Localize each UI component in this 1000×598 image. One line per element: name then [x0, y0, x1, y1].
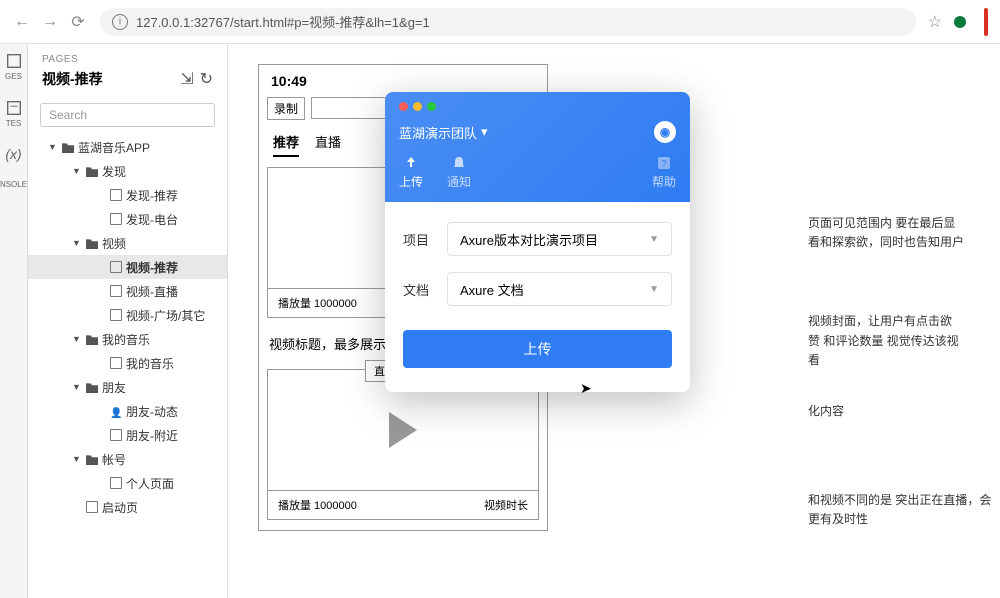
play-count-2: 播放量 1000000 [278, 497, 357, 513]
status-bar: 10:49 [259, 65, 547, 93]
folder-icon [62, 141, 74, 153]
tree-item[interactable]: ▼帐号 [28, 447, 227, 471]
upload-dialog: 蓝湖演示团队 ▾ ◉ 上传 通知 ? 帮助 项目 Axure版本对比演示项目 [385, 92, 690, 392]
page-icon [110, 477, 122, 489]
upload-icon [403, 155, 419, 171]
left-rail: GES TES (x) NSOLE [0, 44, 28, 598]
page-icon [110, 213, 122, 225]
svg-text:?: ? [661, 159, 667, 170]
help-icon: ? [656, 155, 672, 171]
tree-item[interactable]: 发现-推荐 [28, 183, 227, 207]
person-icon [110, 405, 122, 417]
team-selector[interactable]: 蓝湖演示团队 ▾ [399, 123, 488, 142]
bookmark-icon[interactable]: ☆ [928, 12, 942, 32]
tree-item[interactable]: 启动页 [28, 495, 227, 519]
share-icon[interactable]: ⇲ [180, 69, 193, 89]
pages-label: PAGES [42, 54, 213, 65]
refresh-icon[interactable]: ↻ [200, 69, 213, 89]
tree-item[interactable]: 视频-直播 [28, 279, 227, 303]
chevron-down-icon: ▼ [649, 234, 659, 245]
bell-icon [451, 155, 467, 171]
doc-select[interactable]: Axure 文档 ▼ [447, 272, 672, 306]
record-button[interactable]: 录制 [267, 97, 305, 120]
upload-button[interactable]: 上传 [403, 330, 672, 368]
page-icon [86, 501, 98, 513]
url-text: 127.0.0.1:32767/start.html#p=视频-推荐&lh=1&… [136, 12, 430, 31]
page-icon [110, 429, 122, 441]
back-button[interactable]: ← [12, 12, 32, 32]
tree-item[interactable]: ▼视频 [28, 231, 227, 255]
tab-recommend[interactable]: 推荐 [273, 132, 299, 157]
duration: 视频时长 [484, 497, 528, 513]
play-icon [389, 412, 417, 448]
mouse-cursor: ➤ [580, 380, 592, 397]
tree-item[interactable]: 我的音乐 [28, 351, 227, 375]
window-controls [399, 102, 676, 111]
page-icon [110, 285, 122, 297]
tree-item[interactable]: 发现-电台 [28, 207, 227, 231]
lanhu-logo-icon: ◉ [654, 121, 676, 143]
page-tree: ▼蓝湖音乐APP▼发现发现-推荐发现-电台▼视频视频-推荐视频-直播视频-广场/… [28, 135, 227, 598]
folder-icon [86, 381, 98, 393]
forward-button[interactable]: → [40, 12, 60, 32]
play-count: 播放量 1000000 [278, 295, 357, 311]
page-icon [110, 357, 122, 369]
page-icon [110, 189, 122, 201]
tree-item[interactable]: 朋友-附近 [28, 423, 227, 447]
rail-pages[interactable]: GES [5, 52, 23, 81]
tree-item[interactable]: 朋友-动态 [28, 399, 227, 423]
reload-button[interactable]: ⟳ [68, 12, 88, 32]
folder-icon [86, 165, 98, 177]
page-icon [110, 261, 122, 273]
tree-item[interactable]: 视频-推荐 [28, 255, 227, 279]
extension-icon[interactable] [984, 8, 988, 36]
rail-vars[interactable]: (x) [5, 146, 21, 162]
tree-item[interactable]: ▼我的音乐 [28, 327, 227, 351]
project-label: 项目 [403, 230, 435, 249]
page-title: 视频-推荐 [42, 69, 103, 89]
tree-item[interactable]: ▼朋友 [28, 375, 227, 399]
profile-icon[interactable] [954, 16, 966, 28]
tab-live[interactable]: 直播 [315, 132, 341, 157]
browser-toolbar: ← → ⟳ i 127.0.0.1:32767/start.html#p=视频-… [0, 0, 1000, 44]
close-icon[interactable] [399, 102, 408, 111]
folder-icon [86, 237, 98, 249]
project-select[interactable]: Axure版本对比演示项目 ▼ [447, 222, 672, 256]
annotations: 页面可见范围内 要在最后显 看和探索欲，同时也告知用户 视频封面，让用户有点击欲… [808, 214, 1000, 562]
folder-icon [86, 333, 98, 345]
rail-console[interactable]: NSOLE [0, 180, 27, 189]
chevron-down-icon: ▼ [649, 284, 659, 295]
tree-item[interactable]: ▼发现 [28, 159, 227, 183]
site-info-icon[interactable]: i [112, 14, 128, 30]
chevron-down-icon: ▾ [481, 124, 488, 140]
tab-help[interactable]: ? 帮助 [652, 155, 676, 190]
tree-item[interactable]: ▼蓝湖音乐APP [28, 135, 227, 159]
minimize-icon[interactable] [413, 102, 422, 111]
maximize-icon[interactable] [427, 102, 436, 111]
tab-notify[interactable]: 通知 [447, 155, 471, 190]
rail-notes[interactable]: TES [5, 99, 23, 128]
pages-sidebar: PAGES 视频-推荐 ⇲ ↻ Search ▼蓝湖音乐APP▼发现发现-推荐发… [28, 44, 228, 598]
tree-item[interactable]: 个人页面 [28, 471, 227, 495]
page-icon [110, 309, 122, 321]
tree-item[interactable]: 视频-广场/其它 [28, 303, 227, 327]
doc-label: 文档 [403, 280, 435, 299]
address-bar[interactable]: i 127.0.0.1:32767/start.html#p=视频-推荐&lh=… [100, 8, 916, 36]
search-input[interactable]: Search [40, 103, 215, 127]
tab-upload[interactable]: 上传 [399, 155, 423, 190]
folder-icon [86, 453, 98, 465]
